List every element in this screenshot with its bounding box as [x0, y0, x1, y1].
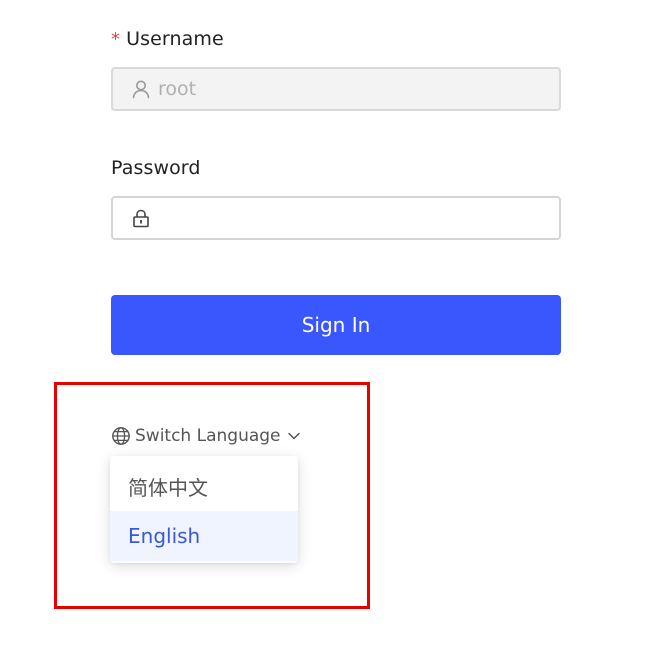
lock-icon	[130, 207, 152, 229]
password-input[interactable]	[111, 196, 561, 240]
username-label-text: Username	[126, 28, 224, 50]
required-mark: *	[111, 29, 121, 50]
language-option-zh[interactable]: 简体中文	[110, 461, 298, 511]
globe-icon	[112, 427, 130, 445]
username-value: root	[158, 78, 197, 100]
sign-in-button[interactable]: Sign In	[111, 295, 561, 355]
switch-language-button[interactable]: Switch Language	[111, 426, 301, 446]
user-icon	[130, 78, 152, 100]
username-input[interactable]: root	[111, 67, 561, 111]
language-option-en[interactable]: English	[110, 511, 298, 561]
chevron-down-icon	[287, 432, 300, 440]
login-page: * Username root Password Sign In Switch …	[0, 0, 658, 647]
switch-language-label: Switch Language	[135, 426, 281, 446]
language-dropdown: 简体中文 English	[110, 456, 298, 563]
password-label: Password	[111, 157, 201, 179]
username-label: * Username	[111, 28, 224, 50]
